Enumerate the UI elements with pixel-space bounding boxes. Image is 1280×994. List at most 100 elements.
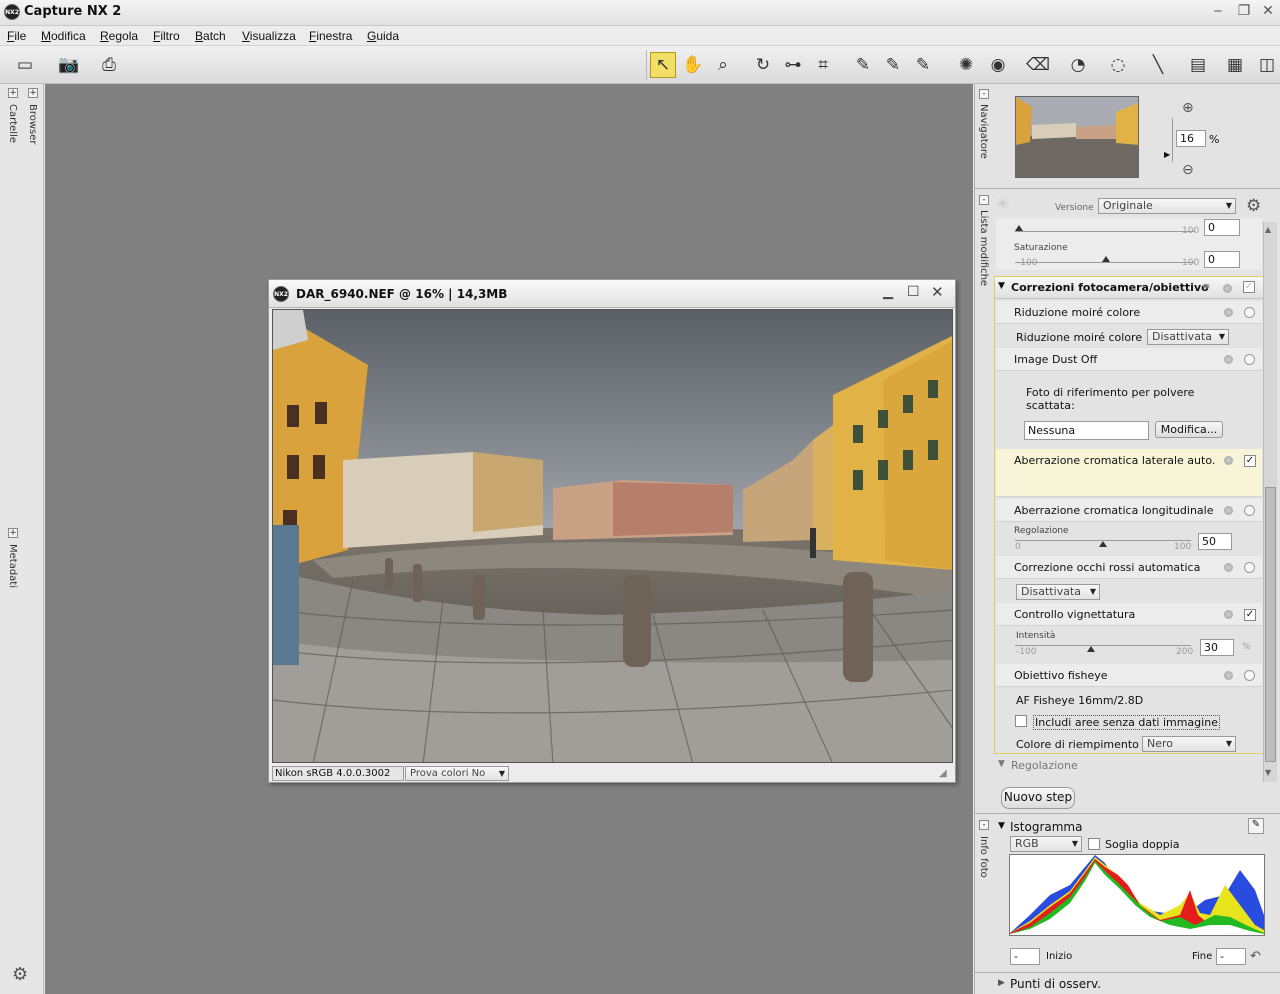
close-icon[interactable]: ✕ — [931, 283, 944, 301]
new-step-button[interactable]: Nuovo step — [1001, 787, 1075, 809]
tab-cartelle[interactable]: Cartelle — [7, 104, 18, 143]
rotate-icon[interactable]: ↻ — [750, 52, 776, 78]
histogram-end-value[interactable]: - — [1216, 948, 1246, 965]
softproof-select[interactable]: Prova colori No — [405, 766, 509, 781]
white-point-icon[interactable]: ✎ — [880, 52, 906, 78]
redeye-row[interactable]: Correzione occhi rossi automatica — [996, 556, 1262, 579]
menu-visualizza[interactable]: Visualizza — [242, 29, 296, 43]
scroll-down-icon[interactable]: ▼ — [1265, 768, 1271, 777]
menu-regola[interactable]: Regola — [100, 29, 138, 43]
expand-icon[interactable]: + — [8, 88, 18, 98]
settings-gear-icon[interactable]: ⚙ — [12, 964, 28, 985]
black-point-icon[interactable]: ✎ — [850, 52, 876, 78]
print-icon[interactable]: ⎙ — [96, 52, 122, 78]
photo-preview[interactable] — [272, 309, 953, 763]
crop-icon[interactable]: ⌗ — [810, 52, 836, 78]
image-window[interactable]: NX2 DAR_6940.NEF @ 16% | 14,3MB ▁ ☐ ✕ Ni… — [268, 279, 956, 783]
include-empty-areas-checkbox[interactable] — [1015, 715, 1027, 727]
neutral-point-icon[interactable]: ✎ — [910, 52, 936, 78]
longitudinal-ca-row[interactable]: Aberrazione cromatica longitudinale — [996, 499, 1262, 522]
dust-off-toggle[interactable] — [1244, 354, 1255, 365]
fisheye-toggle[interactable] — [1244, 670, 1255, 681]
menu-guida[interactable]: Guida — [367, 29, 399, 43]
select-all-icon[interactable]: ◫ — [1254, 52, 1280, 78]
hand-icon[interactable]: ✋ — [680, 52, 706, 78]
vignette-row[interactable]: Controllo vignettatura ✓ — [996, 603, 1262, 626]
regolazione-slider-thumb[interactable] — [1099, 541, 1107, 547]
direct-select-icon[interactable]: ↖ — [650, 52, 676, 78]
brush-icon[interactable]: ╲ — [1145, 52, 1171, 78]
menu-file[interactable]: File — [7, 29, 26, 43]
watch-points-title[interactable]: Punti di osserv. — [1010, 977, 1101, 991]
lateral-ca-checkbox[interactable]: ✓ — [1244, 455, 1256, 467]
collapse-arrow-icon[interactable]: ▼ — [998, 821, 1005, 831]
vignette-checkbox[interactable]: ✓ — [1244, 609, 1256, 621]
workspace-icon[interactable]: ▭ — [12, 52, 38, 78]
close-icon[interactable]: ✕ — [1259, 3, 1277, 19]
redeye-select[interactable]: Disattivata — [1016, 584, 1100, 600]
step-dot-icon[interactable] — [1224, 456, 1233, 465]
tab-lista-modifiche[interactable]: Lista modifiche — [978, 210, 989, 286]
fisheye-row[interactable]: Obiettivo fisheye — [996, 664, 1262, 687]
zoom-slider-thumb[interactable]: ▶ — [1164, 150, 1170, 159]
collapse-icon[interactable]: - — [979, 195, 989, 205]
menu-modifica[interactable]: Modifica — [41, 29, 86, 43]
minimize-icon[interactable]: ▁ — [883, 285, 893, 300]
dust-reference-field[interactable]: Nessuna — [1024, 421, 1149, 440]
collapse-arrow-icon[interactable]: ▼ — [998, 281, 1005, 291]
scroll-thumb[interactable] — [1265, 487, 1276, 762]
camera-icon[interactable]: 📷 — [56, 52, 82, 78]
zoom-in-icon[interactable]: ⊕ — [1182, 100, 1194, 116]
zoom-out-icon[interactable]: ⊖ — [1182, 162, 1194, 178]
control-point-icon[interactable]: ◔ — [1065, 52, 1091, 78]
version-select[interactable]: Originale — [1098, 198, 1236, 214]
top-slider-thumb[interactable] — [1015, 225, 1023, 231]
intensita-slider-thumb[interactable] — [1086, 646, 1095, 652]
edit-list-scrollbar[interactable]: ▲ ▼ — [1263, 222, 1277, 782]
fill-icon[interactable]: ▦ — [1222, 52, 1248, 78]
expand-arrow-icon[interactable]: ▼ — [998, 759, 1005, 769]
auto-retouch-icon[interactable]: ⌫ — [1025, 52, 1051, 78]
zoom-value[interactable]: 16 — [1176, 130, 1206, 147]
redeye-toggle[interactable] — [1244, 562, 1255, 573]
histogram-start-value[interactable]: - — [1010, 948, 1040, 965]
step-dot-icon[interactable] — [1223, 284, 1232, 293]
red-eye-icon[interactable]: ✺ — [953, 52, 979, 78]
navigator-thumbnail[interactable] — [1015, 96, 1139, 178]
dust-modify-button[interactable]: Modifica... — [1155, 421, 1223, 438]
saturation-value[interactable]: 0 — [1204, 251, 1240, 268]
moire-row[interactable]: Riduzione moiré colore — [996, 301, 1262, 324]
tab-info-foto[interactable]: Info foto — [978, 836, 989, 878]
settings-gear-icon[interactable]: ⚙ — [1246, 196, 1261, 216]
step-dot-icon[interactable] — [1224, 308, 1233, 317]
maximize-icon[interactable]: ☐ — [907, 284, 920, 300]
lasso-icon[interactable]: ◌ — [1105, 52, 1131, 78]
include-empty-areas-label[interactable]: Includi aree senza dati immagine — [1033, 715, 1220, 730]
menu-finestra[interactable]: Finestra — [309, 29, 352, 43]
eye-icon[interactable]: ◉ — [985, 52, 1011, 78]
expand-arrow-icon[interactable]: ▶ — [998, 978, 1005, 988]
scroll-up-icon[interactable]: ▲ — [1265, 225, 1271, 234]
moire-select[interactable]: Disattivata — [1147, 329, 1229, 345]
intensita-value[interactable]: 30 — [1200, 639, 1234, 656]
resize-grip-icon[interactable]: ◢ — [939, 768, 947, 779]
step-dot-icon[interactable] — [1224, 355, 1233, 364]
step-dot-icon[interactable] — [1224, 610, 1233, 619]
histogram-channel-select[interactable]: RGB — [1010, 836, 1082, 852]
expand-icon[interactable]: + — [8, 528, 18, 538]
minimize-icon[interactable]: ‒ — [1209, 3, 1227, 19]
tab-navigatore[interactable]: Navigatore — [978, 104, 989, 159]
image-window-titlebar[interactable]: NX2 DAR_6940.NEF @ 16% | 14,3MB ▁ ☐ ✕ — [269, 280, 955, 308]
step-dot-icon[interactable] — [1224, 563, 1233, 572]
histogram-graph[interactable] — [1009, 854, 1265, 936]
link-icon[interactable]: ⚭ — [1201, 280, 1212, 295]
histogram-edit-icon[interactable]: ✎ — [1248, 818, 1264, 834]
menu-batch[interactable]: Batch — [195, 29, 226, 43]
fill-color-select[interactable]: Nero — [1142, 736, 1236, 752]
section-enable-checkbox[interactable]: ✓ — [1243, 281, 1255, 293]
tab-browser[interactable]: Browser — [27, 104, 38, 145]
tab-metadati[interactable]: Metadati — [7, 544, 18, 588]
lateral-ca-row[interactable]: Aberrazione cromatica laterale auto. ✓ — [996, 449, 1262, 497]
collapse-icon[interactable]: - — [979, 89, 989, 99]
top-slider-value[interactable]: 0 — [1204, 219, 1240, 236]
